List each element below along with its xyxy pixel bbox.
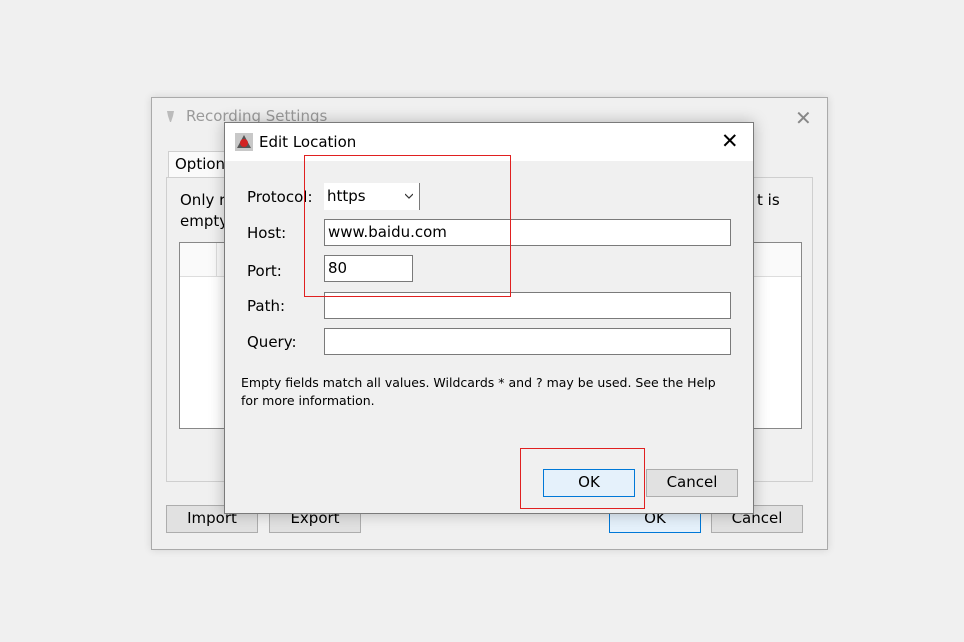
query-input[interactable] <box>324 328 731 355</box>
protocol-select[interactable]: https <box>324 183 420 210</box>
query-label: Query: <box>247 333 297 351</box>
close-icon[interactable]: ✕ <box>795 106 812 130</box>
tab-options[interactable]: Option <box>168 151 228 177</box>
description-text-trailing: t is <box>757 191 780 209</box>
protocol-label: Protocol: <box>247 188 313 206</box>
column-divider <box>216 243 217 276</box>
edit-location-dialog: Edit Location ✕ Protocol: https Host: ww… <box>224 122 754 514</box>
help-note: Empty fields match all values. Wildcards… <box>241 375 716 408</box>
port-input[interactable]: 80 <box>324 255 413 282</box>
port-label: Port: <box>247 262 282 280</box>
dialog-title: Edit Location <box>259 133 357 151</box>
app-icon <box>167 111 174 122</box>
close-icon[interactable]: ✕ <box>721 129 739 153</box>
path-input[interactable] <box>324 292 731 319</box>
cancel-button[interactable]: Cancel <box>646 469 738 497</box>
host-input[interactable]: www.baidu.com <box>324 219 731 246</box>
description-text-line2: empty <box>180 212 229 230</box>
path-label: Path: <box>247 297 286 315</box>
ok-button[interactable]: OK <box>543 469 635 497</box>
app-icon <box>235 133 253 151</box>
protocol-value: https <box>327 187 366 205</box>
host-label: Host: <box>247 224 287 242</box>
chevron-down-icon <box>405 193 413 199</box>
